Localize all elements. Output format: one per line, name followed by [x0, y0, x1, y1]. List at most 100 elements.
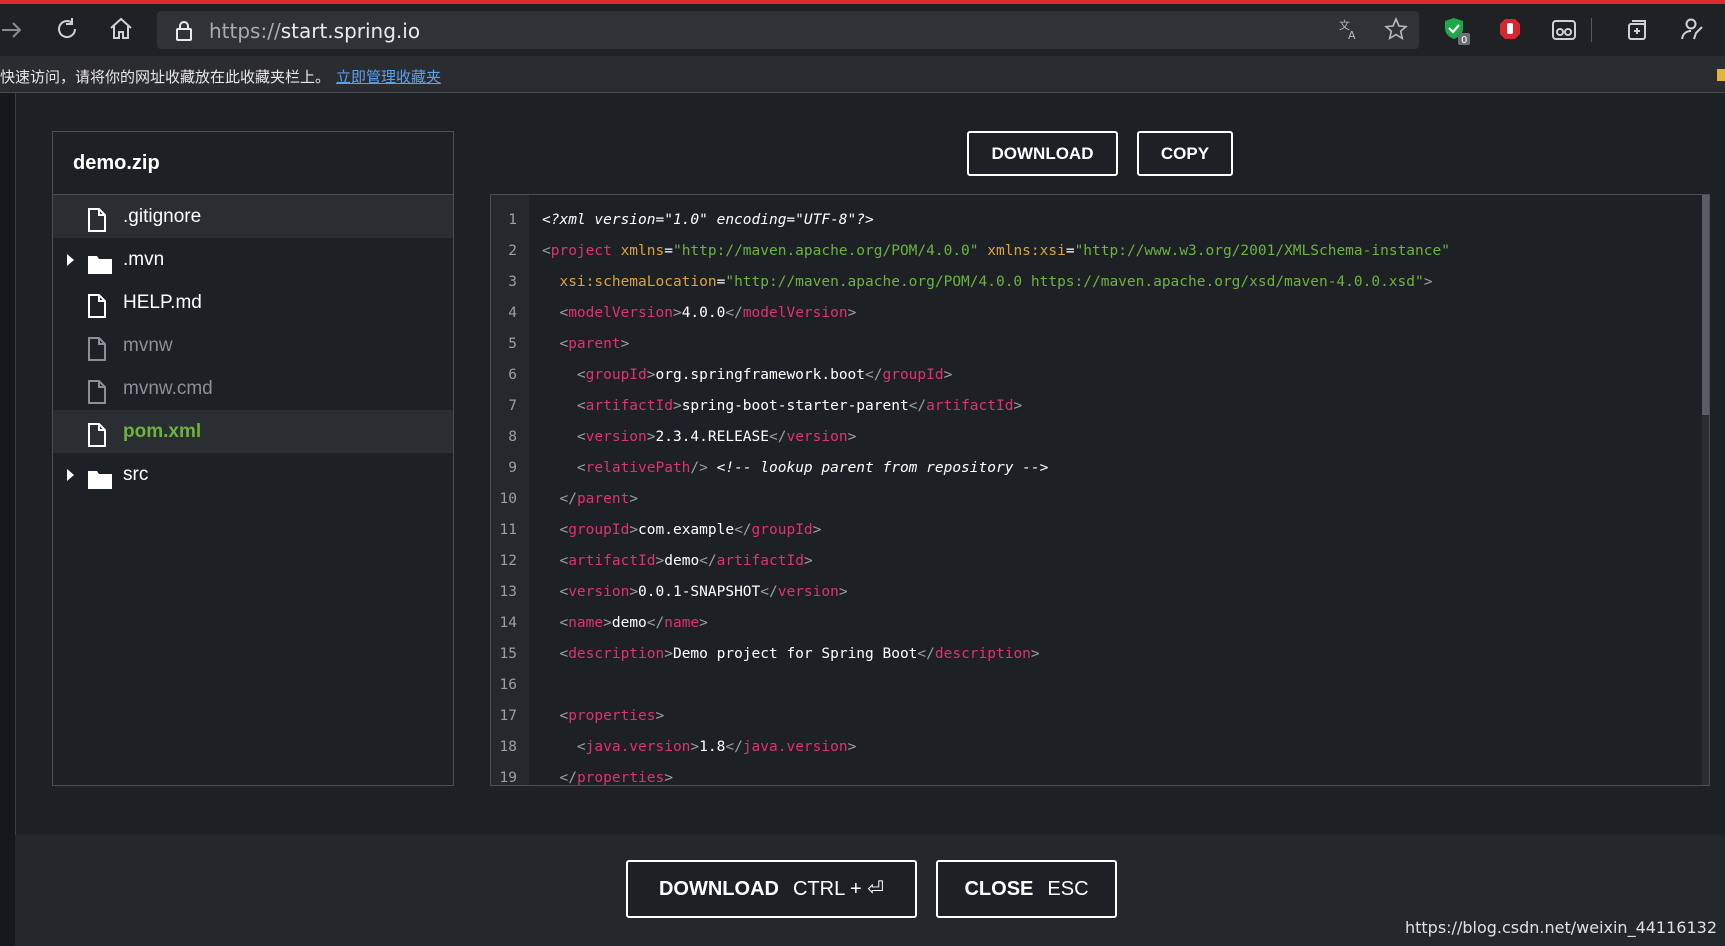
refresh-icon[interactable]: [54, 16, 80, 47]
code-text: <groupId>org.springframework.boot</group…: [576, 367, 953, 383]
tree-item-label: mvnw: [123, 335, 173, 356]
glasses-icon[interactable]: [1552, 18, 1576, 47]
line-number: 2: [508, 243, 517, 259]
code-text: <project xmlns="http://maven.apache.org/…: [542, 243, 1450, 259]
code-text: </parent>: [559, 491, 639, 507]
footer-close-button[interactable]: CLOSE ESC: [936, 860, 1117, 918]
line-number: 14: [499, 615, 517, 631]
tree-item-mvnw[interactable]: mvnw: [53, 324, 453, 367]
tree-item-label: src: [123, 464, 149, 485]
favorites-message: 快速访问，请将你的网址收藏放在此收藏夹栏上。: [0, 68, 331, 86]
favorites-bar: 快速访问，请将你的网址收藏放在此收藏夹栏上。 立即管理收藏夹: [0, 56, 1725, 93]
code-line: 19 </properties>: [491, 763, 1691, 786]
url-text[interactable]: https://start.spring.io: [209, 19, 420, 43]
shield-check-icon[interactable]: 0: [1443, 16, 1473, 51]
expand-arrow-icon[interactable]: [67, 469, 74, 481]
code-line: 10 </parent>: [491, 484, 1691, 515]
line-number: 9: [508, 460, 517, 476]
code-line: 9 <relativePath/> <!-- lookup parent fro…: [491, 453, 1691, 484]
lock-icon: [175, 20, 193, 47]
line-number: 12: [499, 553, 517, 569]
code-text: <parent>: [559, 336, 630, 352]
line-number: 8: [508, 429, 517, 445]
footer-close-label: CLOSE: [964, 878, 1034, 900]
tree-item-label: HELP.md: [123, 292, 202, 313]
line-number: 10: [499, 491, 517, 507]
code-text: <description>Demo project for Spring Boo…: [559, 646, 1040, 662]
archive-title: demo.zip: [53, 132, 453, 195]
svg-text:0: 0: [1461, 35, 1467, 46]
line-number: 18: [499, 739, 517, 755]
stop-hand-icon[interactable]: [1498, 17, 1522, 46]
code-text: <?xml version="1.0" encoding="UTF-8"?>: [542, 212, 874, 228]
line-number: 16: [499, 677, 517, 693]
home-icon[interactable]: [108, 16, 134, 47]
code-text: <artifactId>demo</artifactId>: [559, 553, 813, 569]
code-text: <version>2.3.4.RELEASE</version>: [576, 429, 857, 445]
line-number: 19: [499, 770, 517, 786]
svg-text:A: A: [1348, 29, 1356, 41]
code-line: 3 xsi:schemaLocation="http://maven.apach…: [491, 267, 1691, 298]
tree-item-gitignore[interactable]: .gitignore: [53, 195, 453, 238]
line-number: 6: [508, 367, 517, 383]
tree-item-src[interactable]: src: [53, 453, 453, 496]
line-number: 5: [508, 336, 517, 352]
star-icon[interactable]: [1384, 16, 1408, 47]
address-bar[interactable]: https://start.spring.io 文A: [157, 11, 1419, 49]
tree-item-mvn[interactable]: .mvn: [53, 238, 453, 281]
code-viewer[interactable]: 1 <?xml version="1.0" encoding="UTF-8"?> 2…: [490, 194, 1710, 786]
browser-toolbar: https://start.spring.io 文A 0: [0, 4, 1725, 56]
tree-item-mvnw-cmd[interactable]: mvnw.cmd: [53, 367, 453, 410]
translate-icon[interactable]: 文A: [1337, 17, 1361, 47]
download-button[interactable]: DOWNLOAD: [967, 131, 1118, 176]
tree-item-label: .mvn: [123, 249, 165, 270]
code-text: <name>demo</name>: [559, 615, 708, 631]
code-line: 5 <parent>: [491, 329, 1691, 360]
code-line: 13 <version>0.0.1-SNAPSHOT</version>: [491, 577, 1691, 608]
tree-item-label: pom.xml: [123, 421, 202, 442]
code-line: 8 <version>2.3.4.RELEASE</version>: [491, 422, 1691, 453]
code-text: <relativePath/> <!-- lookup parent from …: [576, 460, 1049, 476]
tree-item-label: .gitignore: [123, 206, 202, 227]
code-text: <properties>: [559, 708, 665, 724]
line-number: 4: [508, 305, 517, 321]
copy-button[interactable]: COPY: [1137, 131, 1233, 176]
code-line: 1 <?xml version="1.0" encoding="UTF-8"?>: [491, 205, 1691, 236]
close-shortcut: ESC: [1047, 878, 1089, 900]
tree-item-label: mvnw.cmd: [123, 378, 213, 399]
code-line: 11 <groupId>com.example</groupId>: [491, 515, 1691, 546]
file-tree-panel: demo.zip .gitignore .mvn HELP.md mvnw mv…: [52, 131, 454, 786]
tree-item-pom-xml[interactable]: pom.xml: [53, 410, 453, 453]
footer-download-button[interactable]: DOWNLOAD CTRL + ⏎: [626, 860, 917, 918]
manage-favorites-link[interactable]: 立即管理收藏夹: [336, 66, 441, 87]
forward-icon[interactable]: [0, 18, 24, 47]
code-line: 15 <description>Demo project for Spring …: [491, 639, 1691, 670]
footer-download-label: DOWNLOAD: [658, 878, 779, 900]
scrollbar-thumb[interactable]: [1702, 195, 1709, 415]
download-shortcut: CTRL + ⏎: [792, 878, 885, 900]
code-text: <version>0.0.1-SNAPSHOT</version>: [559, 584, 848, 600]
code-line: 12 <artifactId>demo</artifactId>: [491, 546, 1691, 577]
collections-icon[interactable]: [1625, 18, 1649, 47]
expand-arrow-icon[interactable]: [67, 254, 74, 266]
line-number: 15: [499, 646, 517, 662]
line-number: 1: [508, 212, 517, 228]
code-line: 4 <modelVersion>4.0.0</modelVersion>: [491, 298, 1691, 329]
favorites-folder-icon[interactable]: [1717, 69, 1725, 81]
folder-icon: [87, 463, 113, 506]
code-text: </properties>: [559, 770, 673, 786]
line-number: 3: [508, 274, 517, 290]
code-text: <java.version>1.8</java.version>: [576, 739, 857, 755]
tree-item-help-md[interactable]: HELP.md: [53, 281, 453, 324]
toolbar-divider: [1591, 18, 1592, 42]
code-line: 16: [491, 670, 1691, 701]
code-line: 17 <properties>: [491, 701, 1691, 732]
feedback-icon[interactable]: [1678, 16, 1704, 47]
code-line: 7 <artifactId>spring-boot-starter-parent…: [491, 391, 1691, 422]
code-line: 6 <groupId>org.springframework.boot</gro…: [491, 360, 1691, 391]
line-number: 7: [508, 398, 517, 414]
code-text: <artifactId>spring-boot-starter-parent</…: [576, 398, 1023, 414]
code-text: <modelVersion>4.0.0</modelVersion>: [559, 305, 857, 321]
page-left-edge: [0, 93, 16, 946]
code-text: <groupId>com.example</groupId>: [559, 522, 822, 538]
